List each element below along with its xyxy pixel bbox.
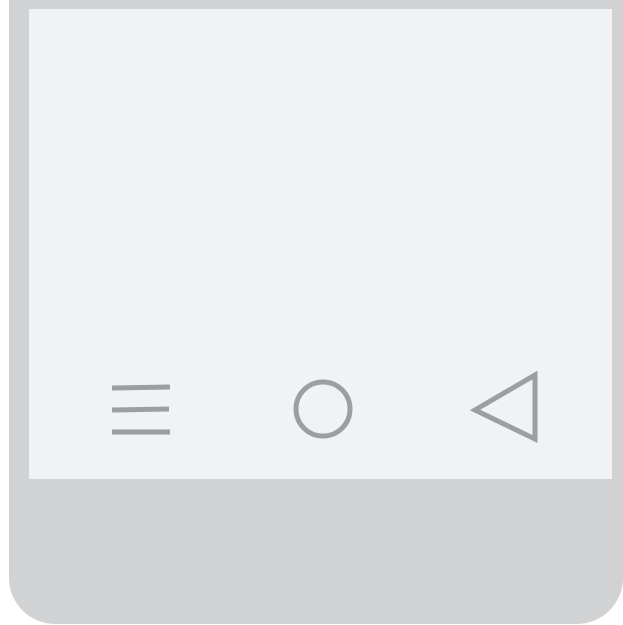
navigation-bar: [29, 369, 612, 459]
menu-icon: [111, 384, 171, 435]
back-triangle-icon: [469, 370, 538, 443]
home-button[interactable]: [278, 369, 368, 459]
home-circle-icon: [293, 379, 353, 439]
phone-screen: [29, 9, 612, 479]
back-button[interactable]: [459, 369, 549, 459]
phone-illustration: [0, 0, 623, 625]
menu-button[interactable]: [97, 369, 187, 459]
